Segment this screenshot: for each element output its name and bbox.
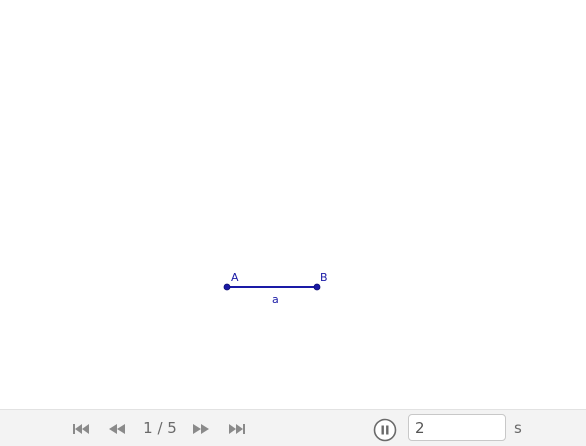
point-b-label: B xyxy=(320,271,328,284)
point-b[interactable] xyxy=(313,283,321,291)
pause-button[interactable] xyxy=(373,418,397,442)
pause-icon xyxy=(373,418,397,442)
geometry-app: A B a 1 / 5 2 s xyxy=(0,0,586,446)
last-step-button[interactable] xyxy=(226,420,250,438)
first-step-button[interactable] xyxy=(70,420,94,438)
step-back-icon xyxy=(109,424,125,434)
construction-playback-bar: 1 / 5 s xyxy=(0,409,586,446)
skip-to-start-icon xyxy=(73,424,89,434)
next-step-button[interactable] xyxy=(190,420,214,438)
speed-input[interactable] xyxy=(408,414,506,441)
speed-unit-label: s xyxy=(514,419,522,437)
point-a-label: A xyxy=(231,271,239,284)
step-counter: 1 / 5 xyxy=(143,419,177,437)
segment-a-label: a xyxy=(272,293,279,306)
point-a[interactable] xyxy=(223,283,231,291)
skip-to-end-icon xyxy=(229,424,245,434)
drawing-canvas[interactable]: A B a xyxy=(0,0,586,409)
step-forward-icon xyxy=(193,424,209,434)
previous-step-button[interactable] xyxy=(106,420,130,438)
construction-svg: A B a xyxy=(223,271,328,306)
